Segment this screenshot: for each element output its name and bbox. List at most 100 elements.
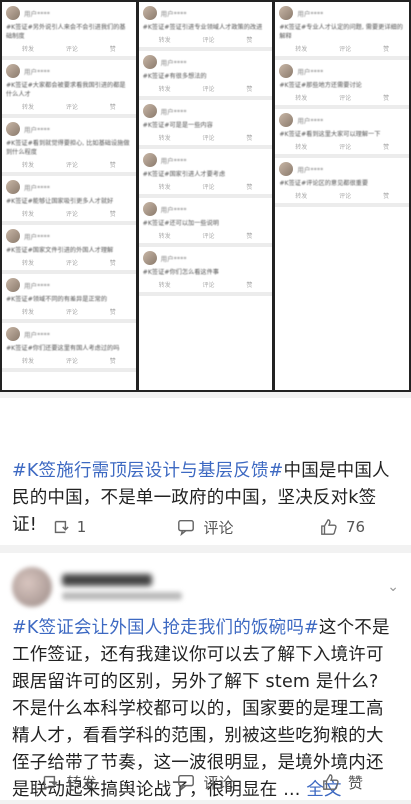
mini-post-header: 用户**** [6,64,132,78]
mini-post-actions: 转发 评论 赞 [6,307,132,316]
repost-icon [44,775,59,789]
mini-action: 评论 [202,282,215,289]
mini-post-card: 用户**** #K签证#你们还要这里有国人考虑过的吗 转发 评论 赞 [2,323,136,372]
mini-action: 评论 [65,104,78,111]
mini-action: 评论 [65,358,78,365]
mini-post-header: 用户**** [279,162,405,176]
post-2: ⌄ #K签证会让外国人抢走我们的饭碗吗#这个不是工作签证，还有我建议你可以去了解… [0,553,411,800]
mini-post-text: #K签证#看到就觉得要担心, 比如基础设施做到什么程度 [6,140,130,156]
mini-post-header: 用户**** [6,327,132,341]
avatar [142,251,157,265]
mini-action: 评论 [65,309,78,316]
mini-author-name: 用户**** [24,68,50,76]
post-2-header: ⌄ [12,553,399,611]
mini-post-header: 用户**** [6,6,132,20]
mini-post-header: 用户**** [142,6,269,20]
mini-action: 转发 [158,282,171,289]
avatar[interactable] [12,567,52,607]
mini-post-header: 用户**** [279,113,405,127]
repost-label: 转发 [66,773,97,792]
mini-post-text: #K签证#看到这里大家可以理解一下 [279,131,381,138]
mini-action: 赞 [246,135,253,142]
post-separator [0,545,411,553]
mini-post-header: 用户**** [6,278,132,292]
mini-post-text: #K签证#签证引进专业领域人才政策的改进 [142,24,263,31]
post-1-topic-tag[interactable]: #K签施行需顶层设计与基层反馈# [12,461,284,481]
avatar [6,6,20,20]
author-name[interactable] [62,574,152,586]
mini-action: 赞 [109,211,116,218]
mini-action: 评论 [65,46,78,53]
avatar [142,202,157,216]
mini-post-actions: 转发 评论 赞 [279,191,405,200]
mini-action: 评论 [339,193,352,200]
mini-action: 赞 [383,46,390,53]
mini-action: 转发 [295,144,308,151]
repost-button[interactable]: 转发 [0,772,137,793]
repost-button[interactable]: 1 [0,518,137,536]
mini-post-text: #K签证#国家引进人才要考虑 [142,171,226,178]
mini-action: 评论 [339,144,352,151]
like-button[interactable]: 赞 [274,772,411,793]
mini-action: 评论 [202,233,215,240]
mini-post-actions: 转发 评论 赞 [279,93,405,102]
mini-author-name: 用户**** [160,206,187,214]
avatar [6,122,20,136]
comment-button[interactable]: 评论 [137,772,274,793]
avatar [279,113,294,127]
mini-post-actions: 转发 评论 赞 [143,280,269,289]
mini-post-card: 用户**** #K签证#评论区的意见都很重要 转发 评论 赞 [275,158,410,207]
mini-action: 赞 [246,86,253,93]
mini-post-card: 用户**** #K签证#另外说引人来会不会引进我们的基础制度 转发 评论 赞 [2,2,136,60]
avatar [6,278,20,292]
mini-author-name: 用户**** [24,331,50,339]
comment-button[interactable]: 评论 [137,517,274,538]
mini-post-text: #K签证#你们还要这里有国人考虑过的吗 [6,345,120,352]
mini-post-card: 用户**** #K签证#那些地方还需要讨论 转发 评论 赞 [275,60,410,109]
mini-action: 赞 [383,144,390,151]
mini-post-actions: 转发 评论 赞 [6,102,132,111]
chevron-down-icon[interactable]: ⌄ [387,579,399,595]
mini-post-text: #K签证#还可以加一些说明 [142,220,219,227]
mini-action: 转发 [21,211,34,218]
mini-action: 转发 [21,104,34,111]
mini-post-header: 用户**** [142,202,269,216]
mini-author-name: 用户**** [297,10,324,18]
mini-post-header: 用户**** [279,64,405,78]
mini-post-header: 用户**** [142,153,269,167]
mini-author-name: 用户**** [24,10,50,18]
post-1: #K签施行需顶层设计与基层反馈#中国是中国人民的中国，不是单一政府的中国，坚决反… [0,398,411,545]
mini-action: 赞 [109,162,116,169]
mini-post-card: 用户**** #K签证#有很多想法的 转发 评论 赞 [138,51,273,100]
mini-author-name: 用户**** [297,166,324,174]
avatar [6,229,20,243]
avatar [279,162,294,176]
mini-author-name: 用户**** [24,126,50,134]
mini-post-card: 用户**** #K签证#领域不同的有差异是正常的 转发 评论 赞 [2,274,136,323]
like-count: 76 [345,518,366,536]
comment-icon [178,519,195,536]
mini-post-actions: 转发 评论 赞 [6,160,132,169]
post-2-topic-tag[interactable]: #K签证会让外国人抢走我们的饭碗吗# [12,618,319,638]
mini-post-header: 用户**** [279,6,405,20]
like-label: 赞 [347,773,363,792]
mini-post-header: 用户**** [142,55,269,69]
mini-post-text: #K签证#有很多想法的 [142,73,207,80]
mini-action: 转发 [21,260,34,267]
mini-post-actions: 转发 评论 赞 [143,35,269,44]
repost-count: 1 [76,518,87,536]
mini-post-actions: 转发 评论 赞 [279,44,405,53]
comment-icon [178,774,195,791]
author-block [62,574,182,600]
mini-action: 评论 [202,86,215,93]
post-meta [62,592,182,600]
mini-post-card: 用户**** #K签证#签证引进专业领域人才政策的改进 转发 评论 赞 [138,2,273,51]
mini-action: 赞 [109,260,116,267]
avatar [279,64,294,78]
mini-post-text: #K签证#大家都会被要求看我国引进的都是什么人才 [6,82,126,98]
mini-action: 转发 [295,95,308,102]
mini-action: 评论 [339,46,352,53]
mini-action: 赞 [109,46,116,53]
like-button[interactable]: 76 [274,518,411,536]
post-1-actions: 1 评论 76 [0,512,411,542]
